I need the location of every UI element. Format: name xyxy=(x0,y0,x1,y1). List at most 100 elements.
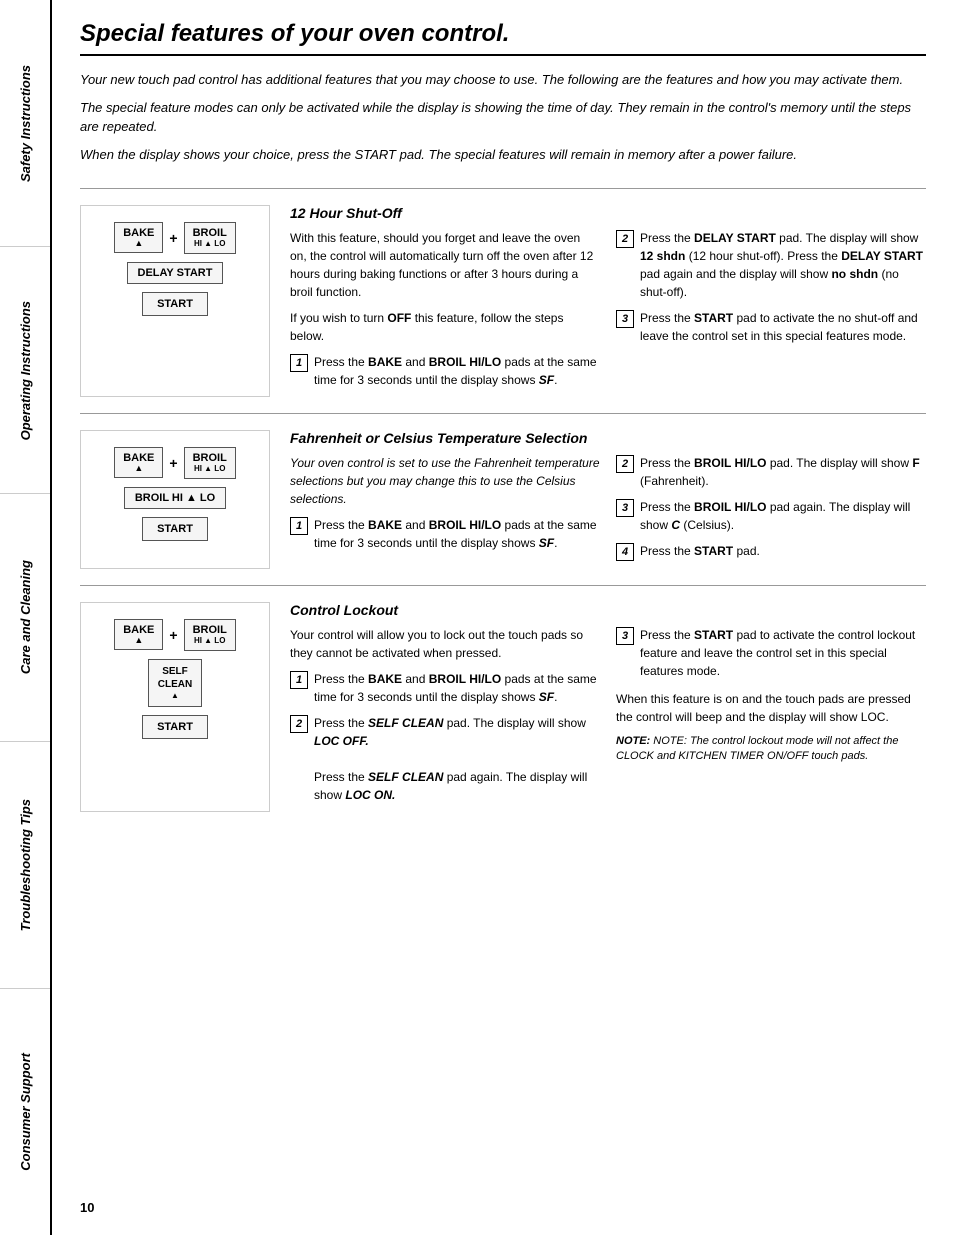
start-button-1: START xyxy=(142,292,208,316)
section1-step3: 3 Press the START pad to activate the no… xyxy=(616,309,926,345)
diagram-l-row-3: START xyxy=(93,715,257,739)
step-num-3b: 2 xyxy=(290,715,308,733)
divider-1 xyxy=(80,188,926,189)
step-num-2c: 3 xyxy=(616,499,634,517)
step-num-1c: 3 xyxy=(616,310,634,328)
step-text-1c: Press the START pad to activate the no s… xyxy=(640,309,926,345)
diagram-lockout: BAKE ▲ + BROIL HI ▲ LO SELF CLEAN ▲ STAR… xyxy=(80,602,270,812)
feature-left-12-hour: With this feature, should you forget and… xyxy=(290,229,600,397)
diagram-fahrenheit: BAKE ▲ + BROIL HI ▲ LO BROIL HI ▲ LO STA… xyxy=(80,430,270,569)
intro-paragraph-3: When the display shows your choice, pres… xyxy=(80,145,926,165)
sidebar-section-care: Care and Cleaning xyxy=(0,494,50,741)
step-text-2a: Press the BAKE and BROIL HI/LO pads at t… xyxy=(314,516,600,552)
feature-right-lockout: 3 Press the START pad to activate the co… xyxy=(616,626,926,812)
diagram-l-row-2: SELF CLEAN ▲ xyxy=(93,659,257,707)
intro-paragraph-1: Your new touch pad control has additiona… xyxy=(80,70,926,90)
section2-step1: 1 Press the BAKE and BROIL HI/LO pads at… xyxy=(290,516,600,552)
feature-title-12-hour: 12 Hour Shut-Off xyxy=(290,205,926,221)
step-text-3b: Press the SELF CLEAN pad. The display wi… xyxy=(314,714,600,804)
feature-content-fahrenheit: Fahrenheit or Celsius Temperature Select… xyxy=(290,430,926,569)
diagram-l-row-1: BAKE ▲ + BROIL HI ▲ LO xyxy=(93,619,257,651)
step-num-3c: 3 xyxy=(616,627,634,645)
step-text-3c: Press the START pad to activate the cont… xyxy=(640,626,926,680)
sidebar-label-consumer: Consumer Support xyxy=(18,1053,33,1171)
step-text-2c: Press the BROIL HI/LO pad again. The dis… xyxy=(640,498,926,534)
diagram-row-1: BAKE ▲ + BROIL HI ▲ LO xyxy=(93,222,257,254)
main-content: Special features of your oven control. Y… xyxy=(52,0,954,1235)
feature-left-lockout: Your control will allow you to lock out … xyxy=(290,626,600,812)
diagram-f-row-2: BROIL HI ▲ LO xyxy=(93,487,257,509)
page-number: 10 xyxy=(80,1180,926,1215)
feature-body-lockout: Your control will allow you to lock out … xyxy=(290,626,926,812)
section3-note: NOTE: NOTE: The control lockout mode wil… xyxy=(616,734,926,765)
broil-button-2: BROIL HI ▲ LO xyxy=(184,447,236,479)
step-num-1a: 1 xyxy=(290,354,308,372)
sidebar-label-operating: Operating Instructions xyxy=(18,301,33,440)
step-num-3a: 1 xyxy=(290,671,308,689)
feature-left-fahrenheit: Your oven control is set to use the Fahr… xyxy=(290,454,600,569)
section2-desc: Your oven control is set to use the Fahr… xyxy=(290,454,600,508)
step-num-1b: 2 xyxy=(616,230,634,248)
sidebar-label-troubleshooting: Troubleshooting Tips xyxy=(18,799,33,931)
feature-title-fahrenheit: Fahrenheit or Celsius Temperature Select… xyxy=(290,430,926,446)
feature-right-12-hour: 2 Press the DELAY START pad. The display… xyxy=(616,229,926,397)
step-text-1b: Press the DELAY START pad. The display w… xyxy=(640,229,926,301)
step-num-2a: 1 xyxy=(290,517,308,535)
section3-when-text: When this feature is on and the touch pa… xyxy=(616,690,926,726)
bake-button-2: BAKE ▲ xyxy=(114,447,163,478)
diagram-f-row-1: BAKE ▲ + BROIL HI ▲ LO xyxy=(93,447,257,479)
step-num-2d: 4 xyxy=(616,543,634,561)
section-fahrenheit: BAKE ▲ + BROIL HI ▲ LO BROIL HI ▲ LO STA… xyxy=(80,430,926,569)
broil-button-1: BROIL HI ▲ LO xyxy=(184,222,236,254)
section1-desc: With this feature, should you forget and… xyxy=(290,229,600,301)
step-text-1a: Press the BAKE and BROIL HI/LO pads at t… xyxy=(314,353,600,389)
section2-step2: 2 Press the BROIL HI/LO pad. The display… xyxy=(616,454,926,490)
feature-content-12-hour: 12 Hour Shut-Off With this feature, shou… xyxy=(290,205,926,397)
section1-step1: 1 Press the BAKE and BROIL HI/LO pads at… xyxy=(290,353,600,389)
plus-sign-1: + xyxy=(169,230,177,246)
step-text-2b: Press the BROIL HI/LO pad. The display w… xyxy=(640,454,926,490)
diagram-row-3: START xyxy=(93,292,257,316)
plus-sign-3: + xyxy=(169,627,177,643)
section-12-hour: BAKE ▲ + BROIL HI ▲ LO DELAY START START… xyxy=(80,205,926,397)
section3-step2: 2 Press the SELF CLEAN pad. The display … xyxy=(290,714,600,804)
section2-step3: 3 Press the BROIL HI/LO pad again. The d… xyxy=(616,498,926,534)
bake-button-1: BAKE ▲ xyxy=(114,222,163,253)
sidebar-section-consumer: Consumer Support xyxy=(0,989,50,1235)
feature-title-lockout: Control Lockout xyxy=(290,602,926,618)
start-button-2: START xyxy=(142,517,208,541)
feature-content-lockout: Control Lockout Your control will allow … xyxy=(290,602,926,812)
sidebar-label-safety: Safety Instructions xyxy=(18,65,33,182)
section-lockout: BAKE ▲ + BROIL HI ▲ LO SELF CLEAN ▲ STAR… xyxy=(80,602,926,812)
intro-paragraph-2: The special feature modes can only be ac… xyxy=(80,98,926,137)
section3-step3: 3 Press the START pad to activate the co… xyxy=(616,626,926,680)
step-num-2b: 2 xyxy=(616,455,634,473)
diagram-f-row-3: START xyxy=(93,517,257,541)
section1-off-text: If you wish to turn OFF this feature, fo… xyxy=(290,309,600,345)
section2-step4: 4 Press the START pad. xyxy=(616,542,926,561)
plus-sign-2: + xyxy=(169,455,177,471)
diagram-row-2: DELAY START xyxy=(93,262,257,284)
bake-button-3: BAKE ▲ xyxy=(114,619,163,650)
sidebar-label-care: Care and Cleaning xyxy=(18,560,33,674)
broil-hi-lo-button: BROIL HI ▲ LO xyxy=(124,487,226,509)
delay-start-button: DELAY START xyxy=(127,262,224,284)
sidebar-section-safety: Safety Instructions xyxy=(0,0,50,247)
broil-button-3: BROIL HI ▲ LO xyxy=(184,619,236,651)
feature-body-12-hour: With this feature, should you forget and… xyxy=(290,229,926,397)
section1-step2: 2 Press the DELAY START pad. The display… xyxy=(616,229,926,301)
feature-right-fahrenheit: 2 Press the BROIL HI/LO pad. The display… xyxy=(616,454,926,569)
section3-step1: 1 Press the BAKE and BROIL HI/LO pads at… xyxy=(290,670,600,706)
divider-3 xyxy=(80,585,926,586)
start-button-3: START xyxy=(142,715,208,739)
page-title: Special features of your oven control. xyxy=(80,20,926,56)
feature-body-fahrenheit: Your oven control is set to use the Fahr… xyxy=(290,454,926,569)
diagram-12-hour: BAKE ▲ + BROIL HI ▲ LO DELAY START START xyxy=(80,205,270,397)
sidebar-section-operating: Operating Instructions xyxy=(0,247,50,494)
self-clean-button: SELF CLEAN ▲ xyxy=(148,659,202,707)
sidebar-section-troubleshooting: Troubleshooting Tips xyxy=(0,742,50,989)
section3-desc: Your control will allow you to lock out … xyxy=(290,626,600,662)
step-text-2d: Press the START pad. xyxy=(640,542,926,560)
divider-2 xyxy=(80,413,926,414)
sidebar: Safety Instructions Operating Instructio… xyxy=(0,0,52,1235)
